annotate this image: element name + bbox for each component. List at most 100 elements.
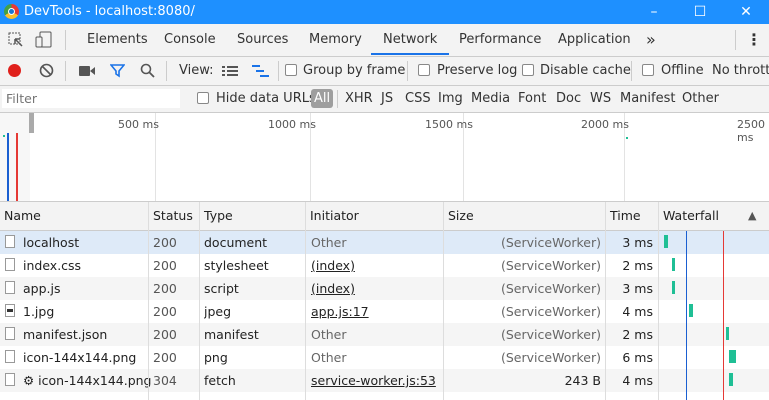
panel-tabs-bar: Elements Console Sources Memory Network … (0, 24, 769, 57)
request-size: (ServiceWorker) (501, 327, 601, 342)
request-time: 3 ms (622, 281, 653, 296)
column-divider[interactable] (605, 202, 606, 400)
column-divider[interactable] (443, 202, 444, 400)
offline-label: Offline (661, 63, 704, 78)
filter-input[interactable] (2, 89, 180, 108)
request-size: (ServiceWorker) (501, 350, 601, 365)
request-name: manifest.json (23, 327, 108, 342)
filter-type-img[interactable]: Img (438, 91, 463, 106)
request-time: 2 ms (622, 258, 653, 273)
group-by-frame-checkbox[interactable] (285, 64, 297, 76)
capture-screenshots-icon[interactable] (79, 65, 96, 80)
column-divider[interactable] (658, 202, 659, 400)
tab-memory[interactable]: Memory (309, 24, 362, 55)
filter-type-js[interactable]: JS (381, 91, 393, 106)
search-icon[interactable] (140, 63, 155, 81)
request-initiator-link[interactable]: app.js:17 (311, 300, 369, 323)
request-status: 200 (153, 235, 177, 250)
column-divider[interactable] (148, 202, 149, 400)
request-status: 200 (153, 304, 177, 319)
network-toolbar: View: Group by frame Preserve log Disabl… (0, 57, 769, 86)
column-header-status[interactable]: Status (149, 202, 199, 230)
separator (337, 90, 338, 108)
filter-type-ws[interactable]: WS (590, 91, 611, 106)
waterfall-bar (688, 304, 694, 317)
network-overview[interactable]: 500 ms 1000 ms 1500 ms 2000 ms 2500 ms (0, 113, 769, 202)
inspect-element-icon[interactable] (8, 32, 24, 51)
filter-type-xhr[interactable]: XHR (345, 91, 373, 106)
filter-type-manifest[interactable]: Manifest (620, 91, 675, 106)
column-header-type[interactable]: Type (200, 202, 305, 230)
separator (166, 61, 167, 81)
record-icon[interactable] (8, 64, 21, 77)
table-row[interactable]: index.css 200 stylesheet (index) (Servic… (0, 254, 769, 277)
column-header-initiator[interactable]: Initiator (306, 202, 443, 230)
waterfall-view-icon[interactable] (252, 64, 270, 81)
clear-icon[interactable] (39, 63, 54, 81)
column-divider[interactable] (199, 202, 200, 400)
overview-tick-label: 2000 ms (581, 118, 629, 131)
table-row[interactable]: app.js 200 script (index) (ServiceWorker… (0, 277, 769, 300)
window-title: DevTools - localhost:8080/ (24, 4, 195, 19)
table-row[interactable]: manifest.json 200 manifest Other (Servic… (0, 323, 769, 346)
request-initiator-link[interactable]: (index) (311, 277, 355, 300)
tab-elements[interactable]: Elements (87, 24, 148, 55)
overview-request-dot (626, 137, 628, 139)
stylesheet-file-icon (5, 258, 15, 271)
maximize-button[interactable]: ☐ (677, 0, 723, 24)
table-row[interactable]: 1.jpg 200 jpeg app.js:17 (ServiceWorker)… (0, 300, 769, 323)
filter-type-other[interactable]: Other (682, 91, 719, 106)
request-size: 243 B (564, 373, 601, 388)
image-file-icon (5, 304, 15, 317)
tab-sources[interactable]: Sources (237, 24, 288, 55)
filter-type-css[interactable]: CSS (405, 91, 431, 106)
table-row[interactable]: icon-144x144.png 200 png Other (ServiceW… (0, 346, 769, 369)
table-row[interactable]: ⚙ icon-144x144.png 304 fetch service-wor… (0, 369, 769, 392)
document-file-icon (5, 235, 15, 248)
requests-table-header: Name Status Type Initiator Size Time Wat… (0, 202, 769, 231)
disable-cache-checkbox[interactable] (522, 64, 534, 76)
hide-data-urls-checkbox[interactable] (197, 92, 209, 104)
filter-type-font[interactable]: Font (518, 91, 546, 106)
request-initiator: Other (311, 350, 347, 365)
close-window-button[interactable]: ✕ (723, 0, 769, 24)
overview-selection-shade (0, 113, 30, 201)
dom-content-loaded-marker (7, 133, 9, 201)
table-row[interactable]: localhost 200 document Other (ServiceWor… (0, 231, 769, 254)
large-rows-icon[interactable] (222, 65, 238, 80)
kebab-menu-icon[interactable]: ⋮ (746, 24, 762, 55)
overview-tick-label: 1500 ms (425, 118, 473, 131)
sort-ascending-icon[interactable]: ▲ (744, 202, 764, 230)
waterfall-bar (671, 281, 676, 294)
manifest-file-icon (5, 327, 15, 340)
column-divider[interactable] (305, 202, 306, 400)
overview-request-dot (3, 135, 5, 137)
separator (631, 61, 632, 81)
throttling-select[interactable]: No throttling (712, 63, 769, 78)
device-toolbar-icon[interactable] (35, 31, 53, 52)
filter-type-all[interactable]: All (311, 89, 334, 108)
request-size: (ServiceWorker) (501, 258, 601, 273)
request-type: document (204, 235, 268, 250)
tab-console[interactable]: Console (164, 24, 216, 55)
tab-network[interactable]: Network (371, 24, 450, 55)
request-initiator-link[interactable]: service-worker.js:53 (311, 369, 436, 392)
request-status: 304 (153, 373, 177, 388)
tab-performance[interactable]: Performance (459, 24, 541, 55)
preserve-log-checkbox[interactable] (418, 64, 430, 76)
column-header-size[interactable]: Size (444, 202, 605, 230)
overview-selection-handle[interactable] (29, 113, 34, 133)
minimize-button[interactable]: – (631, 0, 677, 24)
column-header-waterfall[interactable]: Waterfall (659, 202, 749, 230)
offline-checkbox[interactable] (642, 64, 654, 76)
column-header-name[interactable]: Name (0, 202, 148, 230)
more-tabs-icon[interactable]: » (646, 24, 656, 55)
filter-icon[interactable] (109, 63, 126, 81)
filter-type-doc[interactable]: Doc (556, 91, 581, 106)
column-header-time[interactable]: Time (606, 202, 658, 230)
request-initiator-link[interactable]: (index) (311, 254, 355, 277)
filter-type-media[interactable]: Media (471, 91, 510, 106)
request-status: 200 (153, 281, 177, 296)
request-status: 200 (153, 327, 177, 342)
tab-application[interactable]: Application (558, 24, 631, 55)
